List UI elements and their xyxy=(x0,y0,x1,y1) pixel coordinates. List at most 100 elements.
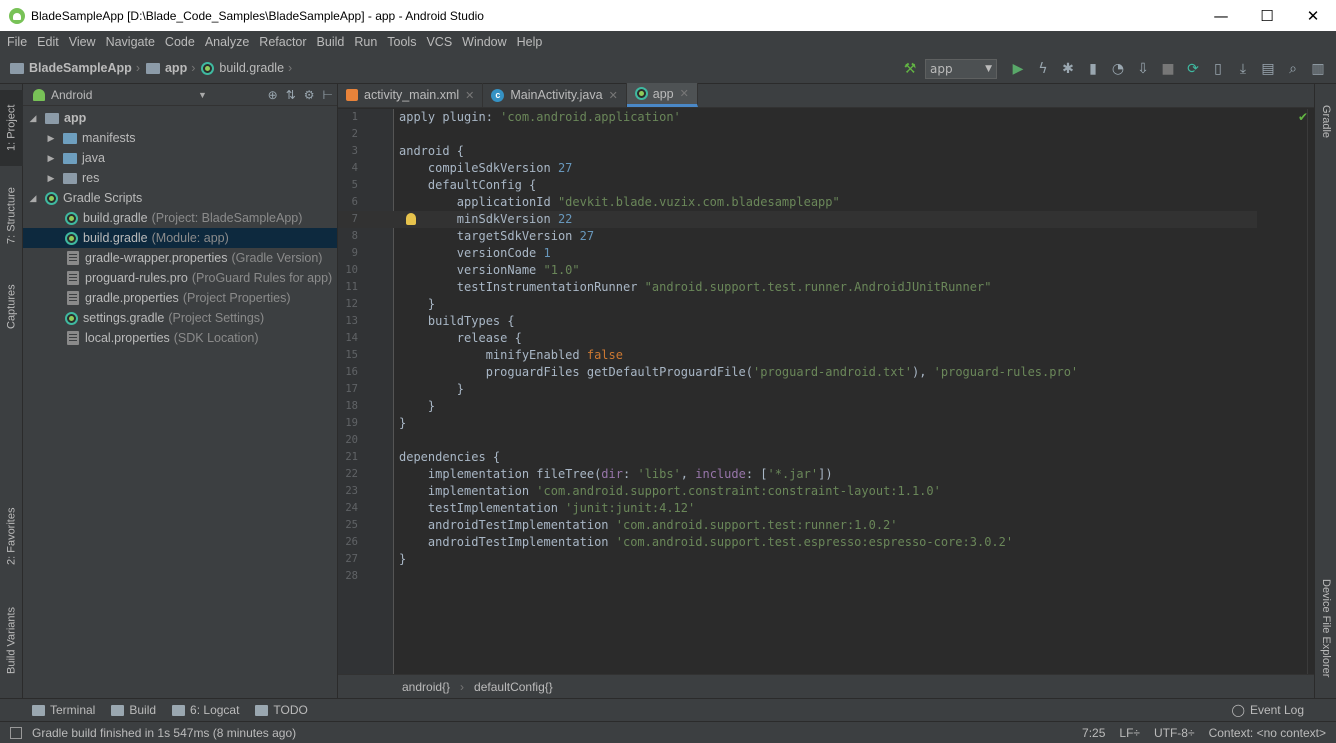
debug-icon[interactable]: ✱ xyxy=(1058,59,1078,79)
menu-navigate[interactable]: Navigate xyxy=(101,35,160,49)
sidebar-toggle-icon[interactable]: ▥ xyxy=(1308,59,1328,79)
logcat-icon xyxy=(172,704,186,716)
gradle-icon xyxy=(201,61,215,75)
close-icon[interactable]: ✕ xyxy=(465,89,474,102)
line-separator[interactable]: LF÷ xyxy=(1119,726,1140,740)
tab-build-variants[interactable]: Build Variants xyxy=(0,592,23,688)
attach-process-icon[interactable]: ⇩ xyxy=(1133,59,1153,79)
tree-item-proguard-rules[interactable]: proguard-rules.pro (ProGuard Rules for a… xyxy=(23,268,337,288)
expand-right-icon[interactable]: ▶ xyxy=(45,153,57,164)
tree-item-settings-gradle[interactable]: settings.gradle (Project Settings) xyxy=(23,308,337,328)
tab-gradle[interactable]: Gradle xyxy=(1315,92,1336,152)
main-toolbar: ⚒ app ▼ ▶ ϟ ✱ ▮ ◔ ⇩ ■ ⟳ ▯ ⤓ ▤ ⌕ ▥ xyxy=(900,53,1328,84)
expand-right-icon[interactable]: ▶ xyxy=(45,173,57,184)
tree-item-java[interactable]: ▶ java xyxy=(23,148,337,168)
menu-analyze[interactable]: Analyze xyxy=(200,35,254,49)
terminal-tool-button[interactable]: Terminal xyxy=(32,703,95,717)
menu-code[interactable]: Code xyxy=(160,35,200,49)
project-view-select[interactable]: Android xyxy=(51,88,92,102)
tab-structure[interactable]: 7: Structure xyxy=(0,176,23,256)
menu-file[interactable]: File xyxy=(2,35,32,49)
menu-view[interactable]: View xyxy=(64,35,101,49)
right-tool-strip: Gradle Device File Explorer xyxy=(1314,84,1336,698)
code-area[interactable]: 1 apply plugin: 'com.android.application'… xyxy=(338,109,1257,674)
menu-tools[interactable]: Tools xyxy=(382,35,421,49)
crumb-default-config[interactable]: defaultConfig{} xyxy=(474,680,553,694)
build-tool-button[interactable]: Build xyxy=(111,703,156,717)
make-project-hammer-icon[interactable]: ⚒ xyxy=(900,59,920,79)
menu-help[interactable]: Help xyxy=(512,35,548,49)
event-log-label: Event Log xyxy=(1249,703,1304,717)
event-log-button[interactable]: ◯ Event Log xyxy=(1232,703,1304,717)
breadcrumb-project[interactable]: BladeSampleApp xyxy=(29,61,132,75)
profile-icon[interactable]: ◔ xyxy=(1108,59,1128,79)
apply-changes-icon[interactable]: ϟ xyxy=(1033,59,1053,79)
gear-icon[interactable]: ⚙ xyxy=(304,88,315,102)
hide-panel-icon[interactable]: ⊢ xyxy=(323,88,333,102)
expand-right-icon[interactable]: ▶ xyxy=(45,133,57,144)
tab-project[interactable]: 1: Project xyxy=(0,90,23,166)
caret-position[interactable]: 7:25 xyxy=(1082,726,1105,740)
menu-vcs[interactable]: VCS xyxy=(421,35,457,49)
collapse-all-icon[interactable]: ⇅ xyxy=(286,88,296,102)
tree-item-gradle-wrapper[interactable]: gradle-wrapper.properties (Gradle Versio… xyxy=(23,248,337,268)
tab-label: MainActivity.java xyxy=(510,88,603,102)
project-structure-icon[interactable]: ▤ xyxy=(1258,59,1278,79)
menu-run[interactable]: Run xyxy=(349,35,382,49)
expand-down-icon[interactable]: ◢ xyxy=(27,113,39,124)
close-icon[interactable]: ✕ xyxy=(680,87,689,100)
tab-app-build-gradle[interactable]: app ✕ xyxy=(626,83,698,107)
todo-tool-button[interactable]: TODO xyxy=(255,703,308,717)
menu-build[interactable]: Build xyxy=(312,35,350,49)
tree-item-res[interactable]: ▶ res xyxy=(23,168,337,188)
tab-device-file-explorer[interactable]: Device File Explorer xyxy=(1315,568,1336,688)
tree-item-label: local.properties xyxy=(85,331,170,345)
run-configuration-select[interactable]: app ▼ xyxy=(925,58,997,79)
tree-item-gradle-properties[interactable]: gradle.properties (Project Properties) xyxy=(23,288,337,308)
maximize-button[interactable]: ☐ xyxy=(1244,0,1290,31)
tree-item-local-properties[interactable]: local.properties (SDK Location) xyxy=(23,328,337,348)
tree-item-build-gradle-project[interactable]: build.gradle (Project: BladeSampleApp) xyxy=(23,208,337,228)
close-button[interactable]: ✕ xyxy=(1290,0,1336,31)
context-indicator[interactable]: Context: <no context> xyxy=(1209,726,1326,740)
run-icon[interactable]: ▶ xyxy=(1008,59,1028,79)
sync-gradle-icon[interactable]: ⟳ xyxy=(1183,59,1203,79)
search-icon[interactable]: ⌕ xyxy=(1283,59,1303,79)
menu-window[interactable]: Window xyxy=(457,35,511,49)
minimize-button[interactable]: — xyxy=(1198,0,1244,31)
menu-refactor[interactable]: Refactor xyxy=(254,35,311,49)
file-encoding[interactable]: UTF-8÷ xyxy=(1154,726,1195,740)
tree-item-app[interactable]: ◢ app xyxy=(23,108,337,128)
chevron-down-icon[interactable]: ▼ xyxy=(198,90,207,100)
crumb-android[interactable]: android{} xyxy=(402,680,450,694)
tab-captures[interactable]: Captures xyxy=(0,272,23,342)
attach-debugger-icon[interactable]: ▮ xyxy=(1083,59,1103,79)
code-line: 10 versionName "1.0" xyxy=(345,263,580,277)
stop-icon[interactable]: ■ xyxy=(1158,59,1178,79)
toggle-tool-windows-icon[interactable] xyxy=(10,726,22,739)
breadcrumb-module[interactable]: app xyxy=(165,61,187,75)
tree-item-label: app xyxy=(64,111,87,125)
scroll-from-source-icon[interactable]: ⊕ xyxy=(268,88,278,102)
module-folder-icon xyxy=(145,62,160,74)
status-message[interactable]: Gradle build finished in 1s 547ms (8 min… xyxy=(32,726,296,740)
tab-activity-main-xml[interactable]: activity_main.xml ✕ xyxy=(338,83,484,107)
sdk-manager-icon[interactable]: ⤓ xyxy=(1233,59,1253,79)
folder-icon xyxy=(63,152,77,164)
tab-favorites[interactable]: 2: Favorites xyxy=(0,496,23,576)
expand-down-icon[interactable]: ◢ xyxy=(27,193,39,204)
xml-file-icon xyxy=(346,89,358,101)
avd-manager-icon[interactable]: ▯ xyxy=(1208,59,1228,79)
build-icon xyxy=(111,704,125,716)
breadcrumb-file[interactable]: build.gradle xyxy=(219,61,284,75)
menu-edit[interactable]: Edit xyxy=(32,35,64,49)
tree-item-manifests[interactable]: ▶ manifests xyxy=(23,128,337,148)
structure-breadcrumb: android{} › defaultConfig{} xyxy=(338,674,1314,698)
close-icon[interactable]: ✕ xyxy=(609,89,618,102)
tree-item-build-gradle-module[interactable]: build.gradle (Module: app) xyxy=(23,228,337,248)
tab-main-activity-java[interactable]: c MainActivity.java ✕ xyxy=(483,83,627,107)
logcat-tool-button[interactable]: 6: Logcat xyxy=(172,703,239,717)
tree-item-gradle-scripts[interactable]: ◢ Gradle Scripts xyxy=(23,188,337,208)
project-panel-actions: ⊕ ⇅ ⚙ ⊢ xyxy=(268,88,333,102)
tab-gradle-label: Gradle xyxy=(1320,105,1332,139)
